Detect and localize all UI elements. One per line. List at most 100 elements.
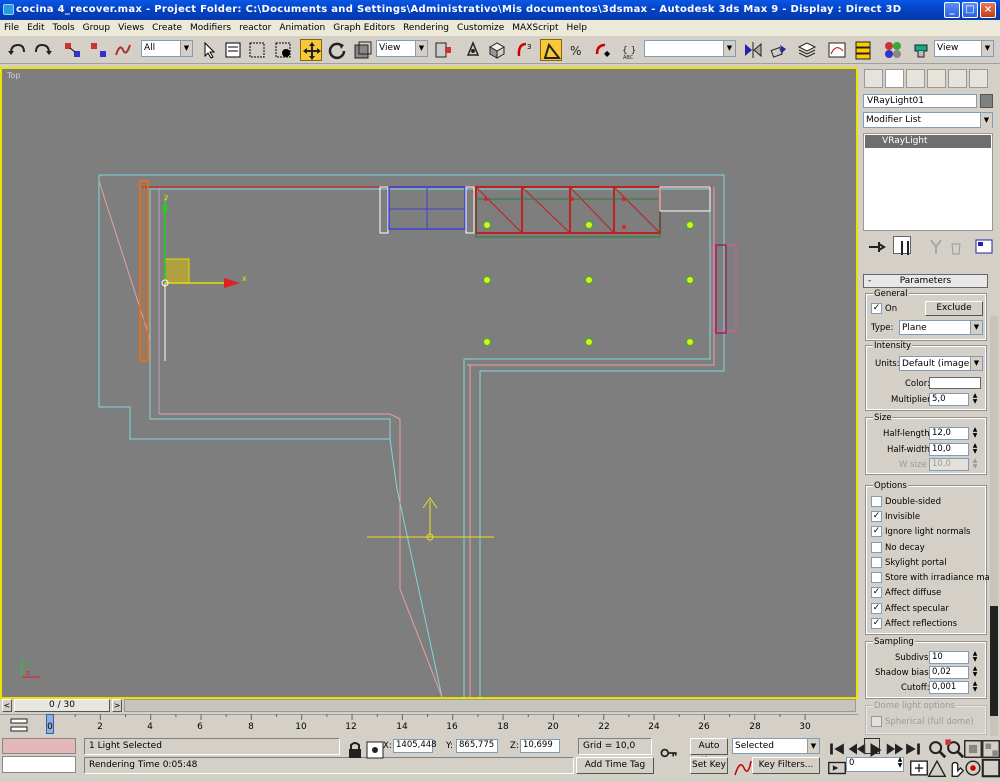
angle-snap-toggle-icon[interactable] <box>540 39 562 61</box>
make-unique-icon[interactable] <box>925 236 943 254</box>
undo-button[interactable] <box>6 39 28 61</box>
hierarchy-tab-icon[interactable] <box>906 69 925 88</box>
display-tab-icon[interactable] <box>948 69 967 88</box>
minimize-button[interactable]: _ <box>944 2 960 18</box>
spinner-arrows-icon[interactable]: ▲ ▼ <box>971 443 979 456</box>
selection-filter-dropdown[interactable]: All ▼ <box>141 40 193 57</box>
spinner-snap-icon[interactable]: ◆ <box>592 39 614 61</box>
menu-maxscript[interactable]: MAXScript <box>508 20 562 36</box>
menu-rendering[interactable]: Rendering <box>399 20 453 36</box>
absolute-mode-icon[interactable] <box>364 739 384 759</box>
menu-tools[interactable]: Tools <box>49 20 79 36</box>
menu-create[interactable]: Create <box>148 20 186 36</box>
close-button[interactable]: × <box>980 2 996 18</box>
spinner-arrows-icon[interactable]: ▲ ▼ <box>971 393 979 406</box>
track-bar[interactable]: 0 2 4 6 8 10 12 14 16 18 20 22 24 26 28 … <box>0 714 858 738</box>
percent-snap-icon[interactable]: % <box>566 39 588 61</box>
modifier-list-dropdown[interactable]: Modifier List ▼ <box>863 112 993 128</box>
time-slider-thumb[interactable]: 0 / 30 <box>14 699 110 712</box>
motion-tab-icon[interactable] <box>927 69 946 88</box>
menu-help[interactable]: Help <box>562 20 591 36</box>
lock-selection-icon[interactable] <box>344 739 361 758</box>
menu-views[interactable]: Views <box>114 20 148 36</box>
key-mode-dropdown[interactable]: Selected ▼ <box>732 738 820 754</box>
y-coordinate-field[interactable]: 865,775 <box>456 739 498 753</box>
go-to-end-icon[interactable] <box>902 738 920 755</box>
spinner-arrows-icon[interactable]: ▲ ▼ <box>971 651 979 664</box>
multiplier-spinner[interactable]: 5,0 <box>929 393 969 406</box>
next-frame-icon[interactable] <box>884 738 904 755</box>
select-object-icon[interactable] <box>198 39 220 61</box>
units-dropdown[interactable]: Default (image) ▼ <box>899 356 983 371</box>
light-type-dropdown[interactable]: Plane ▼ <box>899 320 983 335</box>
time-slider[interactable]: < 0 / 30 > <box>0 699 858 713</box>
top-viewport[interactable]: Top y x y z <box>0 67 858 699</box>
layer-manager-icon[interactable] <box>796 39 818 61</box>
maxscript-input[interactable] <box>2 756 76 773</box>
schematic-view-icon[interactable] <box>852 39 874 61</box>
parameters-rollout-header[interactable]: - Parameters <box>863 274 988 288</box>
modify-tab-icon[interactable] <box>885 69 904 88</box>
skylight-portal-checkbox[interactable] <box>871 557 882 568</box>
maxscript-listener-mini[interactable] <box>2 738 76 754</box>
field-of-view-icon[interactable] <box>926 757 947 777</box>
light-color-swatch[interactable] <box>929 377 981 389</box>
redo-button[interactable] <box>32 39 54 61</box>
half-length-spinner[interactable]: 12,0 <box>929 427 969 440</box>
z-coordinate-field[interactable]: 10,699 <box>520 739 560 753</box>
pin-stack-icon[interactable] <box>865 236 886 254</box>
menu-edit[interactable]: Edit <box>23 20 48 36</box>
create-tab-icon[interactable] <box>864 69 883 88</box>
maximize-button[interactable]: □ <box>962 2 978 18</box>
set-key-icon[interactable] <box>658 742 684 768</box>
menu-animation[interactable]: Animation <box>275 20 329 36</box>
pan-view-icon[interactable] <box>944 757 965 777</box>
zoom-extents-icon[interactable] <box>962 738 982 758</box>
menu-customize[interactable]: Customize <box>453 20 508 36</box>
stack-item-vraylight[interactable]: VRayLight <box>865 135 991 148</box>
show-end-result-icon[interactable] <box>893 236 911 255</box>
object-name-field[interactable]: VRayLight01 <box>863 94 977 108</box>
select-by-name-icon[interactable] <box>222 39 244 61</box>
zoom-all-icon[interactable] <box>944 738 965 759</box>
set-key-button[interactable]: Set Key <box>690 757 728 774</box>
on-checkbox[interactable]: ✓ <box>871 303 882 314</box>
menu-group[interactable]: Group <box>79 20 114 36</box>
remove-modifier-icon[interactable] <box>945 236 963 255</box>
affect-diffuse-checkbox[interactable]: ✓ <box>871 587 882 598</box>
select-and-scale-icon[interactable] <box>352 39 374 61</box>
spinner-arrows-icon[interactable]: ▲ ▼ <box>971 427 979 440</box>
select-and-rotate-icon[interactable] <box>326 39 348 61</box>
select-and-move-icon[interactable] <box>300 39 322 61</box>
key-filters-button[interactable]: Key Filters... <box>752 757 820 774</box>
half-width-spinner[interactable]: 10,0 <box>929 443 969 456</box>
spinner-arrows-icon[interactable]: ▲ ▼ <box>971 666 979 679</box>
arc-rotate-icon[interactable] <box>962 757 981 776</box>
pivot-center-icon[interactable] <box>432 39 454 61</box>
rectangular-selection-icon[interactable] <box>246 39 268 61</box>
menu-modifiers[interactable]: Modifiers <box>186 20 235 36</box>
exclude-button[interactable]: Exclude <box>925 301 983 316</box>
render-view-dropdown[interactable]: View ▼ <box>934 40 994 57</box>
bind-to-space-warp-icon[interactable] <box>112 39 134 61</box>
invisible-checkbox[interactable]: ✓ <box>871 511 882 522</box>
reference-coord-dropdown[interactable]: View ▼ <box>376 40 428 57</box>
menu-reactor[interactable]: reactor <box>235 20 275 36</box>
configure-modifier-sets-icon[interactable] <box>973 236 993 254</box>
modifier-stack[interactable]: VRayLight <box>863 133 993 231</box>
previous-frame-icon[interactable] <box>846 738 866 755</box>
x-coordinate-field[interactable]: 1405,448 <box>393 739 437 753</box>
named-selection-dropdown[interactable]: ▼ <box>644 40 736 57</box>
curve-editor-icon[interactable] <box>826 39 848 61</box>
menu-file[interactable]: File <box>0 20 23 36</box>
zoom-extents-all-icon[interactable] <box>980 738 1000 758</box>
unlink-selection-icon[interactable] <box>88 39 110 61</box>
render-scene-icon[interactable] <box>910 39 932 61</box>
ignore-light-normals-checkbox[interactable]: ✓ <box>871 526 882 537</box>
time-prev-button[interactable]: < <box>2 699 12 712</box>
time-configuration-icon[interactable] <box>908 757 928 776</box>
double-sided-checkbox[interactable] <box>871 496 882 507</box>
align-icon[interactable] <box>768 39 790 61</box>
store-irradiance-checkbox[interactable] <box>871 572 882 583</box>
shadow-bias-spinner[interactable]: 0,02 <box>929 666 969 679</box>
